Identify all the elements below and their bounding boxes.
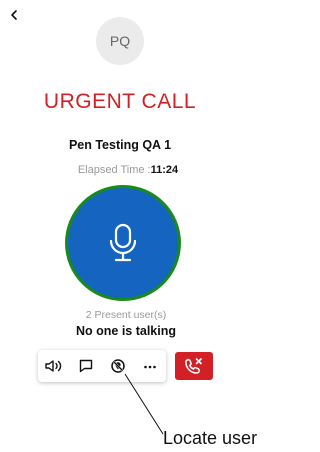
callout-line <box>124 373 164 435</box>
callout-label: Locate user <box>163 428 258 448</box>
urgent-call-screen: PQ URGENT CALL Pen Testing QA 1 Elapsed … <box>0 0 310 452</box>
